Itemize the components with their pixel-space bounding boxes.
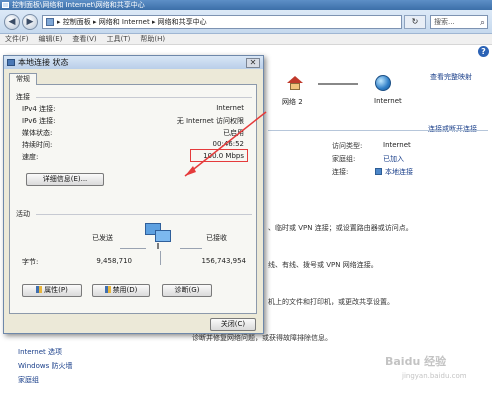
ipv4-label: IPv4 连接: (22, 105, 56, 113)
disable-button-label: 禁用(D) (112, 286, 138, 294)
close-button[interactable]: 关闭(C) (210, 318, 256, 331)
menu-bar: 文件(F) 编辑(E) 查看(V) 工具(T) 帮助(H) (0, 34, 492, 45)
homegroup-sharing-desc: 机上的文件和打印机，或更改共享设置。 (268, 298, 394, 306)
local-connection-link[interactable]: 本地连接 (385, 167, 413, 177)
network-icon (7, 59, 15, 66)
received-label: 已接收 (206, 234, 227, 242)
media-state-value: 已启用 (223, 129, 244, 137)
local-connection-status-dialog: 本地连接 状态 ✕ 常规 连接 IPv4 连接: Internet IPv6 连… (3, 55, 264, 334)
folder-icon (46, 18, 54, 26)
address-toolbar: ◀ ▶ ▸ 控制面板 ▸ 网络和 Internet ▸ 网络和共享中心 ↻ 搜索… (0, 10, 492, 34)
network-activity-icon (145, 223, 175, 249)
home-network-icon (287, 76, 303, 90)
search-placeholder: 搜索... (434, 18, 455, 26)
details-button[interactable]: 详细信息(E)... (26, 173, 104, 186)
watermark-logo: Baidu 经验 (385, 355, 447, 368)
diagnose-button[interactable]: 诊断(G) (162, 284, 212, 297)
ipv6-value: 无 Internet 访问权限 (176, 117, 244, 125)
watermark-url: jingyan.baidu.com (402, 372, 467, 380)
bytes-received-value: 156,743,954 (201, 257, 246, 265)
activity-line (120, 248, 146, 249)
activity-line (180, 248, 202, 249)
group-divider (36, 214, 252, 215)
sent-label: 已发送 (92, 234, 113, 242)
help-icon[interactable]: ? (478, 46, 489, 57)
connect-disconnect-link[interactable]: 连接或断开连接 (428, 124, 477, 134)
general-tab-panel: 连接 IPv4 连接: Internet IPv6 连接: 无 Internet… (9, 84, 257, 314)
homegroup-value[interactable]: 已加入 (383, 154, 404, 164)
menu-edit[interactable]: 编辑(E) (34, 34, 68, 45)
connect-network-desc: 线、有线、拨号或 VPN 网络连接。 (268, 261, 378, 269)
connection-label: 连接: (332, 168, 349, 176)
window-title: 控制面板\网络和 Internet\网络和共享中心 (12, 1, 145, 9)
refresh-button[interactable]: ↻ (404, 15, 426, 29)
dialog-titlebar: 本地连接 状态 ✕ (4, 56, 263, 69)
properties-button[interactable]: 属性(P) (22, 284, 82, 297)
duration-label: 持续时间: (22, 141, 53, 149)
internet-label: Internet (374, 97, 402, 105)
troubleshoot-desc: 诊断并修复网络问题，或获得故障排除信息。 (192, 334, 332, 342)
menu-file[interactable]: 文件(F) (0, 34, 34, 45)
homegroup-link[interactable]: 家庭组 (18, 375, 39, 385)
address-bar[interactable]: ▸ 控制面板 ▸ 网络和 Internet ▸ 网络和共享中心 (42, 15, 402, 29)
disable-button[interactable]: 禁用(D) (92, 284, 150, 297)
duration-value: 00:46:52 (212, 140, 244, 148)
forward-button[interactable]: ▶ (22, 14, 38, 30)
access-type-label: 访问类型: (332, 142, 363, 150)
uac-shield-icon (104, 286, 111, 293)
dialog-title: 本地连接 状态 (18, 58, 69, 67)
ipv6-label: IPv6 连接: (22, 117, 56, 125)
search-icon: ⌕ (479, 18, 485, 28)
control-panel-icon (2, 2, 9, 8)
network-adapter-icon (375, 168, 382, 175)
speed-highlight-box (190, 149, 248, 162)
activity-group-label: 活动 (16, 210, 30, 218)
activity-divider (160, 251, 161, 265)
divider (268, 130, 488, 131)
back-button[interactable]: ◀ (4, 14, 20, 30)
map-connector (318, 83, 358, 85)
close-icon[interactable]: ✕ (246, 58, 260, 68)
access-type-value: Internet (383, 141, 411, 149)
internet-options-link[interactable]: Internet 选项 (18, 347, 62, 357)
uac-shield-icon (36, 286, 43, 293)
menu-tools[interactable]: 工具(T) (102, 34, 136, 45)
setup-connection-desc: 、临时或 VPN 连接；或设置路由器或访问点。 (268, 224, 413, 232)
menu-help[interactable]: 帮助(H) (135, 34, 170, 45)
address-path: ▸ 控制面板 ▸ 网络和 Internet ▸ 网络和共享中心 (57, 18, 207, 26)
menu-view[interactable]: 查看(V) (67, 34, 101, 45)
media-state-label: 媒体状态: (22, 129, 53, 137)
homegroup-label: 家庭组: (332, 155, 356, 163)
group-divider (36, 97, 252, 98)
tab-general[interactable]: 常规 (9, 73, 37, 85)
internet-globe-icon (375, 75, 391, 91)
window-titlebar: 控制面板\网络和 Internet\网络和共享中心 (0, 0, 492, 10)
view-full-map-link[interactable]: 查看完整映射 (430, 72, 472, 82)
control-panel-window: 控制面板\网络和 Internet\网络和共享中心 ◀ ▶ ▸ 控制面板 ▸ 网… (0, 0, 492, 400)
bytes-sent-value: 9,458,710 (96, 257, 132, 265)
bytes-label: 字节: (22, 258, 39, 266)
windows-firewall-link[interactable]: Windows 防火墙 (18, 361, 72, 371)
properties-button-label: 属性(P) (44, 286, 68, 294)
speed-label: 速度: (22, 153, 39, 161)
ipv4-value: Internet (216, 104, 244, 112)
connection-group-label: 连接 (16, 93, 30, 101)
search-input[interactable]: 搜索... ⌕ (430, 15, 488, 29)
network-name: 网络 2 (282, 98, 303, 106)
